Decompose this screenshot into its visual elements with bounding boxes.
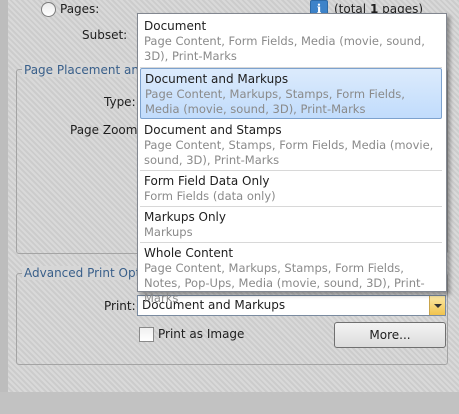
dropdown-item-document-and-stamps[interactable]: Document and Stamps Page Content, Stamps… [140, 120, 442, 171]
print-content-dropdown-list: Document Page Content, Form Fields, Medi… [137, 13, 447, 305]
pages-radio[interactable] [41, 2, 56, 17]
dropdown-item-title: Form Field Data Only [144, 174, 270, 188]
print-as-image-checkbox[interactable] [139, 327, 154, 342]
page-zoom-label: Page Zoom: [70, 123, 142, 137]
dropdown-item-description: Markups [144, 225, 193, 239]
print-as-image-label: Print as Image [158, 327, 245, 341]
subset-label: Subset: [82, 28, 128, 42]
dropdown-item-title: Markups Only [144, 210, 226, 224]
print-label: Print: [104, 299, 136, 313]
dropdown-item-description: Form Fields (data only) [144, 189, 276, 203]
advanced-print-legend: Advanced Print Optio [22, 266, 140, 280]
dropdown-item-description: Page Content, Markups, Stamps, Form Fiel… [144, 261, 425, 305]
dropdown-item-title: Document [144, 19, 207, 33]
page-placement-legend: Page Placement and S [22, 63, 140, 77]
dropdown-item-title: Document and Markups [145, 72, 289, 86]
dropdown-item-document[interactable]: Document Page Content, Form Fields, Medi… [140, 16, 442, 68]
dropdown-item-document-and-markups[interactable]: Document and Markups Page Content, Marku… [140, 68, 442, 119]
pages-label: Pages: [60, 2, 100, 16]
dialog-bottom-strip [0, 392, 459, 414]
dropdown-item-description: Page Content, Markups, Stamps, Form Fiel… [145, 87, 405, 116]
more-button[interactable]: More... [334, 322, 446, 348]
dropdown-item-title: Document and Stamps [144, 123, 282, 137]
dropdown-item-markups-only[interactable]: Markups Only Markups [140, 207, 442, 243]
dropdown-item-description: Page Content, Form Fields, Media (movie,… [144, 34, 425, 63]
type-label: Type: [104, 95, 136, 109]
dropdown-item-description: Page Content, Stamps, Form Fields, Media… [144, 138, 434, 167]
dropdown-item-title: Whole Content [144, 246, 234, 260]
dropdown-item-form-field-data-only[interactable]: Form Field Data Only Form Fields (data o… [140, 171, 442, 207]
dropdown-item-whole-content[interactable]: Whole Content Page Content, Markups, Sta… [140, 243, 442, 305]
